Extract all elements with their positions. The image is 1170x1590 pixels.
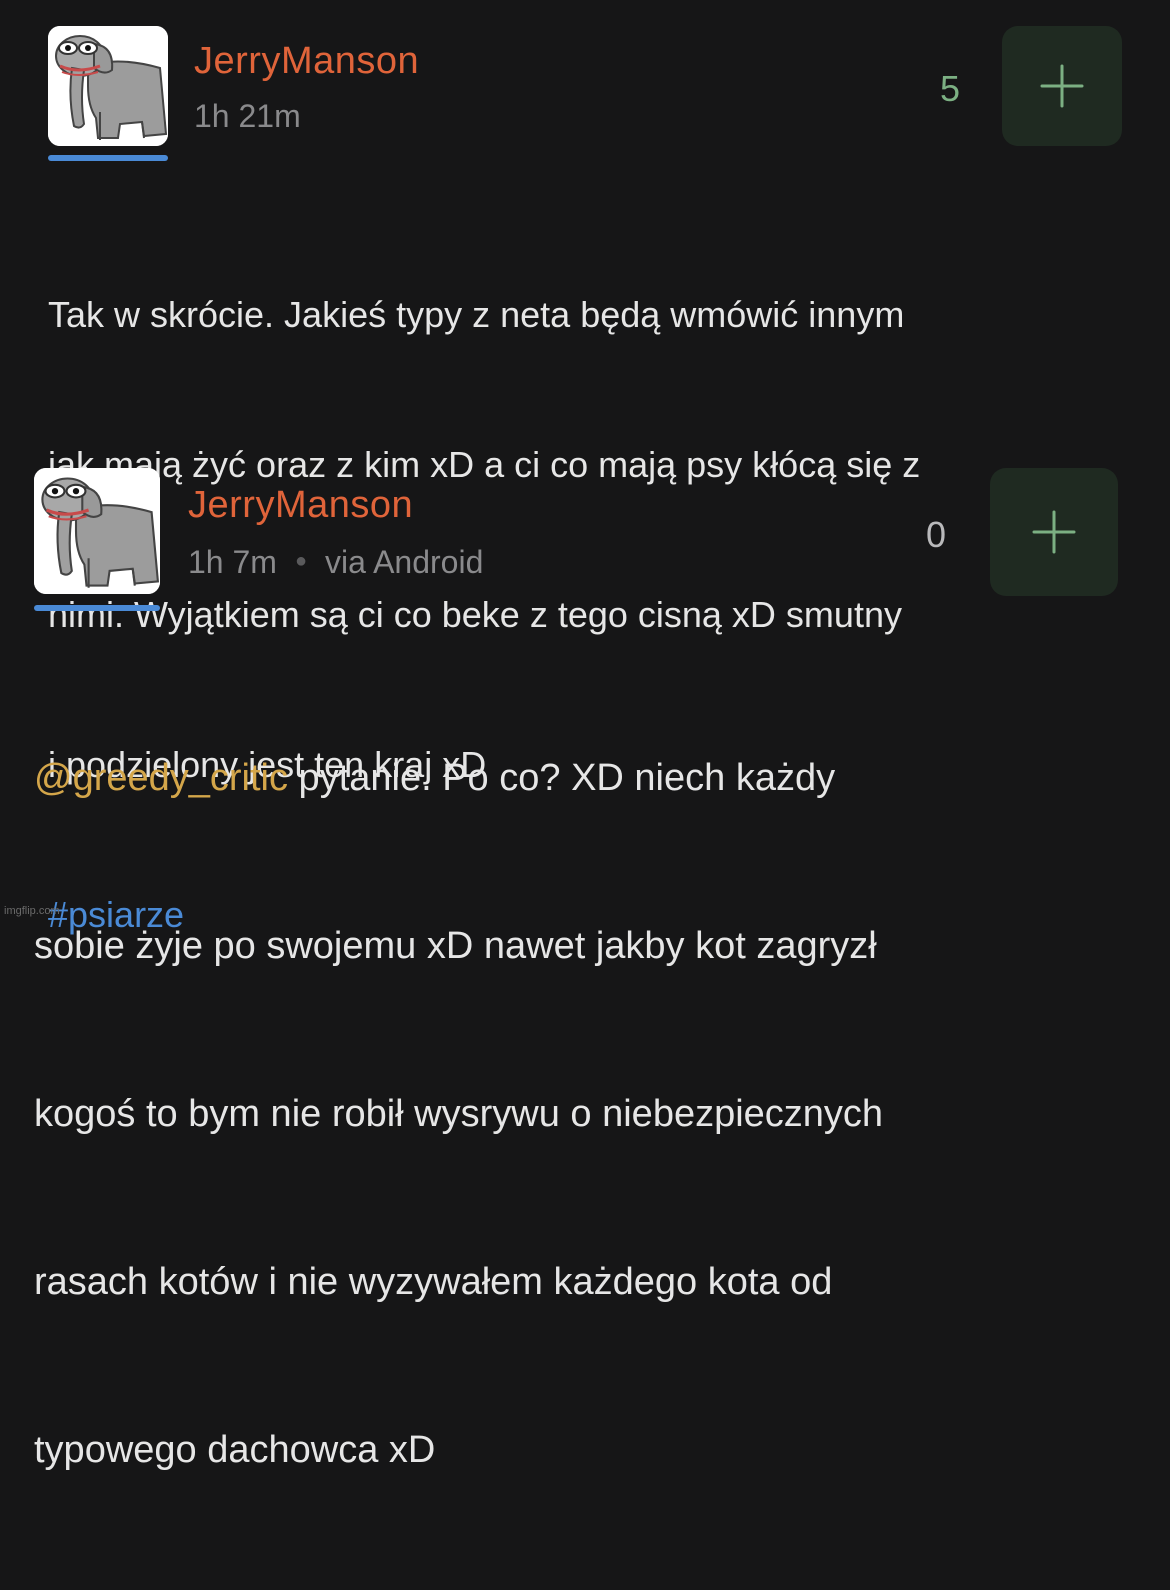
mention-link[interactable]: @greedy_critic: [34, 757, 288, 799]
post-meta: 1h 7m ● via Android: [188, 544, 483, 581]
avatar[interactable]: [48, 26, 168, 161]
body-line: sobie żyje po swojemu xD nawet jakby kot…: [34, 925, 877, 967]
elephant-avatar-icon: [34, 468, 160, 594]
post-time: 1h 7m: [188, 544, 277, 580]
plus-icon: [1032, 510, 1076, 554]
body-line-text: pytanie. Po co? XD niech każdy: [288, 757, 836, 799]
upvote-button[interactable]: [990, 468, 1118, 596]
post-meta: 1h 21m: [194, 98, 301, 135]
watermark: imgflip.com: [4, 905, 60, 917]
post-via: via Android: [325, 544, 484, 580]
separator-dot: ●: [294, 550, 308, 572]
upvote-button[interactable]: [1002, 26, 1122, 146]
body-line: Tak w skrócie. Jakieś typy z neta będą w…: [48, 294, 905, 335]
vote-score: 0: [926, 514, 947, 555]
post-1: JerryManson 1h 21m 5 Tak w skrócie. Jaki…: [0, 0, 1170, 935]
username[interactable]: JerryManson: [194, 40, 419, 83]
post-time: 1h 21m: [194, 98, 301, 134]
body-line: typowego dachowca xD: [34, 1429, 436, 1471]
post-body: @greedy_critic pytanie. Po co? XD niech …: [34, 638, 1154, 1590]
body-line: rasach kotów i nie wyzywałem każdego kot…: [34, 1261, 833, 1303]
avatar[interactable]: [34, 468, 160, 611]
body-line: @greedy_critic pytanie. Po co? XD niech …: [34, 750, 1154, 806]
vote-score: 5: [940, 68, 961, 109]
avatar-underline: [34, 605, 160, 611]
body-line: kogoś to bym nie robił wysrywu o niebezp…: [34, 1093, 884, 1135]
elephant-avatar-icon: [48, 26, 168, 146]
plus-icon: [1040, 64, 1084, 108]
avatar-underline: [48, 155, 168, 161]
post-2: JerryManson 1h 7m ● via Android 0 @greedy_…: [0, 440, 1170, 1471]
username[interactable]: JerryManson: [188, 484, 413, 527]
